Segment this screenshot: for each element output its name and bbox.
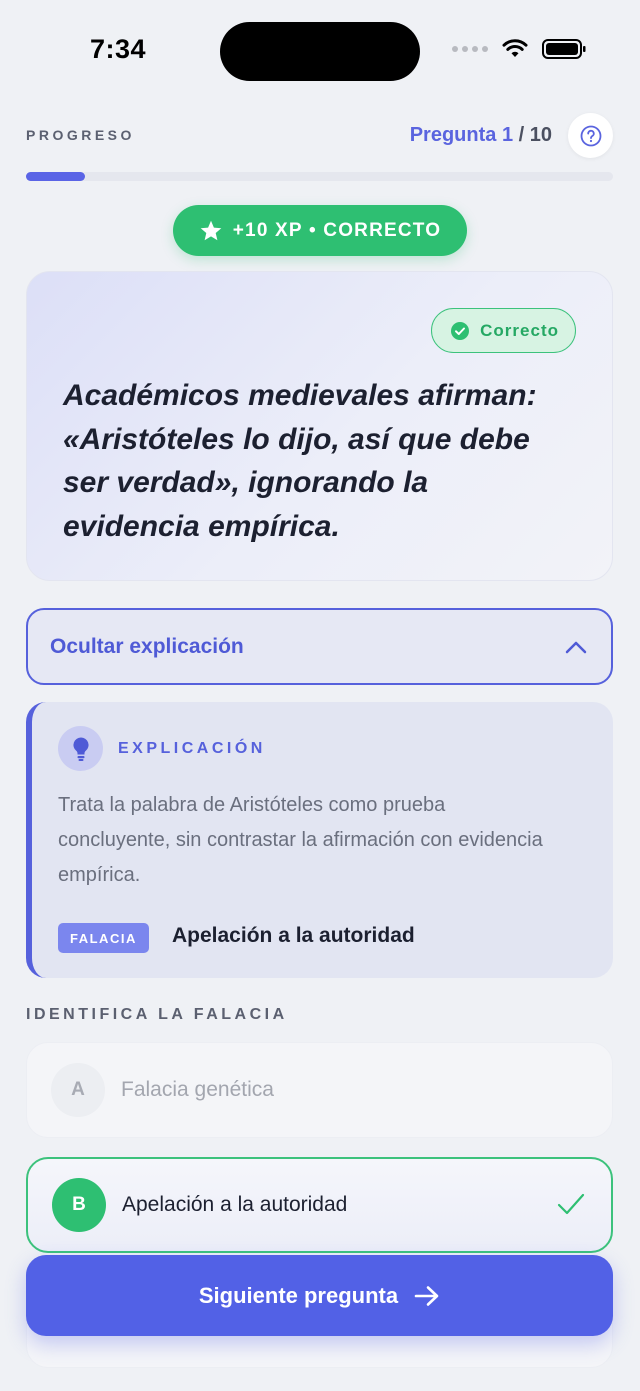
question-total: / 10 xyxy=(518,124,552,146)
progress-bar-fill xyxy=(26,172,85,181)
next-question-button[interactable]: Siguiente pregunta xyxy=(26,1255,613,1336)
arrow-right-icon xyxy=(414,1285,439,1306)
help-circle-icon xyxy=(580,125,601,146)
status-bar: 7:34 xyxy=(0,0,640,100)
correct-status-badge: Correcto xyxy=(431,308,576,353)
question-card: Correcto Académicos medievales afirman: … xyxy=(26,271,613,581)
options-section-label: IDENTIFICA LA FALACIA xyxy=(26,1006,288,1023)
help-button[interactable] xyxy=(568,113,613,158)
question-counter: Pregunta 1 / 10 xyxy=(410,124,552,147)
question-current: 1 xyxy=(501,124,514,146)
wifi-icon xyxy=(502,39,528,57)
battery-icon xyxy=(542,39,586,59)
next-question-label: Siguiente pregunta xyxy=(198,1282,399,1308)
lightbulb-icon xyxy=(72,736,89,761)
xp-reward-badge: +10 XP • CORRECTO xyxy=(173,205,467,256)
explanation-body: Trata la palabra de Aristóteles como pru… xyxy=(58,794,543,886)
toggle-explanation-label: Ocultar explicación xyxy=(50,634,244,658)
question-prefix: Pregunta xyxy=(409,124,497,146)
progress-label: PROGRESO xyxy=(26,127,135,143)
question-text: Académicos medievales afirman: «Aristóte… xyxy=(63,379,537,543)
option-a[interactable]: A Falacia genética xyxy=(26,1042,613,1138)
option-text: Falacia genética xyxy=(121,1078,274,1101)
status-time: 7:34 xyxy=(90,34,147,64)
star-icon xyxy=(200,220,222,240)
fallacy-tag: FALACIA xyxy=(58,923,149,953)
toggle-explanation-button[interactable]: Ocultar explicación xyxy=(26,608,613,685)
option-letter: B xyxy=(52,1178,106,1232)
checkmark-icon xyxy=(557,1193,585,1215)
fallacy-name: Apelación a la autoridad xyxy=(172,924,415,947)
explanation-card: EXPLICACIÓN Trata la palabra de Aristóte… xyxy=(26,702,613,978)
signal-icon xyxy=(452,46,488,52)
dynamic-island xyxy=(220,22,420,81)
status-icons xyxy=(452,38,586,60)
explanation-title: EXPLICACIÓN xyxy=(118,740,266,757)
option-b[interactable]: B Apelación a la autoridad xyxy=(26,1157,613,1253)
check-circle-icon xyxy=(451,321,470,340)
option-text: Apelación a la autoridad xyxy=(122,1193,348,1216)
xp-badge-text: +10 XP • CORRECTO xyxy=(232,219,442,241)
chevron-up-icon xyxy=(565,641,587,653)
explanation-icon-wrap xyxy=(58,726,103,771)
correct-badge-label: Correcto xyxy=(480,320,559,340)
option-letter: A xyxy=(51,1063,105,1117)
progress-bar xyxy=(26,172,613,181)
